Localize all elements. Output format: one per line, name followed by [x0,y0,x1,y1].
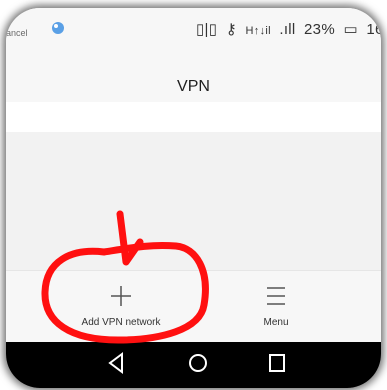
status-bar: ancel ▯|▯ ⚷ H↑↓il .ıll 23% ▭ 16:3 [6,8,381,50]
title-bar: VPN [6,50,381,102]
notification-text: ancel [6,28,28,38]
bottom-action-bar: Add VPN network Menu [6,270,381,343]
menu-button[interactable]: Menu [231,271,321,343]
plus-icon [111,286,131,306]
clock: 16:3 [366,21,381,38]
app-notification-icon [52,22,64,34]
add-vpn-network-label: Add VPN network [81,317,161,328]
back-icon[interactable] [108,352,124,374]
content-area [6,132,381,270]
device-frame: ancel ▯|▯ ⚷ H↑↓il .ıll 23% ▭ 16:3 VPN [0,0,387,390]
page-title: VPN [177,78,210,95]
menu-label: Menu [263,317,289,328]
phone-screen: ancel ▯|▯ ⚷ H↑↓il .ıll 23% ▭ 16:3 VPN [6,8,381,388]
navigation-bar [6,342,381,388]
menu-icon [267,287,285,305]
battery-percent: 23% [304,21,335,38]
battery-icon: ▭ [343,21,358,38]
status-icons: ▯|▯ ⚷ H↑↓il .ıll 23% ▭ 16:3 [196,20,381,38]
signal-icon-1: H↑↓il [245,25,271,37]
vibrate-icon: ▯|▯ [196,21,218,38]
key-icon: ⚷ [225,21,238,38]
signal-icon-2: .ıll [279,21,296,38]
vpn-list-area [6,102,381,132]
recents-icon[interactable] [268,352,286,374]
home-icon[interactable] [188,352,208,374]
add-vpn-network-button[interactable]: Add VPN network [66,271,176,343]
